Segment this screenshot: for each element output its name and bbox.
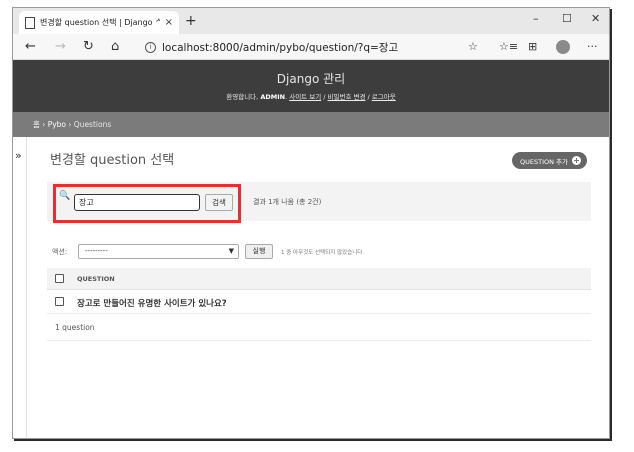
browser-window: 변경할 question 선택 | Django ᄉ × + – ☐ ✕ ← →… [12,7,610,439]
breadcrumb-separator: › [66,120,74,129]
tab-bar: 변경할 question 선택 | Django ᄉ × + – ☐ ✕ [13,8,609,34]
paginator: 1 question [47,314,591,341]
forward-button[interactable]: → [55,39,66,54]
logout-link[interactable]: 로그아웃 [372,93,396,101]
address-bar: ← → ↻ ⌂ i localhost:8000/admin/pybo/ques… [13,34,609,60]
search-button[interactable]: 검색 [205,194,233,211]
question-link[interactable]: 장고로 만들어진 유명한 사이트가 있나요? [77,297,227,309]
home-button[interactable]: ⌂ [111,39,119,54]
add-question-button[interactable]: QUESTION 추가 + [512,152,587,169]
django-header: Django 관리 환영합니다, ADMIN. 사이트 보기 / 비밀번호 변경… [13,60,609,112]
action-select-value: --------- [85,247,108,255]
table-header: QUESTION [47,268,591,290]
browser-tab[interactable]: 변경할 question 선택 | Django ᄉ × [19,11,179,34]
breadcrumb-current: Questions [73,120,112,129]
info-icon[interactable]: i [145,41,156,53]
user-name: ADMIN [260,93,286,101]
actions-label: 액션: [52,248,68,256]
tab-title: 변경할 question 선택 | Django ᄉ [40,18,160,27]
breadcrumb: 홈 › Pybo › Questions [13,112,609,137]
breadcrumb-app[interactable]: Pybo [48,120,66,129]
close-window-button[interactable]: ✕ [591,12,600,25]
sidebar-toggle-button[interactable]: » [15,149,22,162]
maximize-button[interactable]: ☐ [562,12,572,25]
url-field[interactable]: i localhost:8000/admin/pybo/question/?q=… [141,37,487,57]
content-main: 변경할 question 선택 QUESTION 추가 + 🔍 검색 결과 1개… [47,137,591,417]
site-brand[interactable]: Django 관리 [13,70,609,87]
nav-sidebar [13,137,27,438]
add-button-label: QUESTION 추가 [520,157,568,166]
more-menu-icon[interactable]: ··· [587,40,598,53]
close-tab-icon[interactable]: × [165,17,173,28]
page-icon [25,16,35,29]
favorites-bar-icon[interactable]: ☆≡ [499,40,518,53]
chevron-down-icon: ▼ [228,247,234,255]
url-text[interactable]: localhost:8000/admin/pybo/question/?q=장고 [162,40,398,55]
paginator-count: 1 question [55,323,95,332]
collections-icon[interactable]: ⊞ [528,40,537,53]
search-input[interactable] [74,194,200,211]
table-row: 장고로 만들어진 유명한 사이트가 있나요? [47,290,591,314]
user-tools: 환영합니다, ADMIN. 사이트 보기 / 비밀번호 변경 / 로그아웃 [13,91,609,101]
row-checkbox[interactable] [55,297,64,306]
actions-bar: 액션: --------- ▼ 실행 1 중 아무것도 선택되지 않았습니다. [47,244,591,260]
breadcrumb-separator: › [39,120,48,129]
search-icon: 🔍 [59,191,71,201]
profile-avatar[interactable] [556,40,570,54]
change-password-link[interactable]: 비밀번호 변경 [328,93,366,101]
column-header-question[interactable]: QUESTION [77,275,115,283]
back-button[interactable]: ← [25,39,36,54]
search-result-count: 결과 1개 나옴 (총 2건) [253,198,322,206]
search-toolbar: 🔍 검색 결과 1개 나옴 (총 2건) [47,182,591,223]
run-action-button[interactable]: 실행 [245,244,273,259]
action-select[interactable]: --------- ▼ [78,244,239,259]
plus-icon: + [572,156,581,165]
breadcrumb-home[interactable]: 홈 [33,120,40,129]
select-all-checkbox[interactable] [55,274,64,283]
minimize-button[interactable]: – [533,12,539,25]
page-title: 변경할 question 선택 [50,153,175,168]
selection-counter: 1 중 아무것도 선택되지 않았습니다. [281,250,365,256]
reload-button[interactable]: ↻ [83,39,94,54]
welcome-text: 환영합니다, [226,93,261,101]
new-tab-button[interactable]: + [185,13,197,29]
favorite-star-icon[interactable]: ☆ [468,40,478,53]
view-site-link[interactable]: 사이트 보기 [289,93,321,101]
